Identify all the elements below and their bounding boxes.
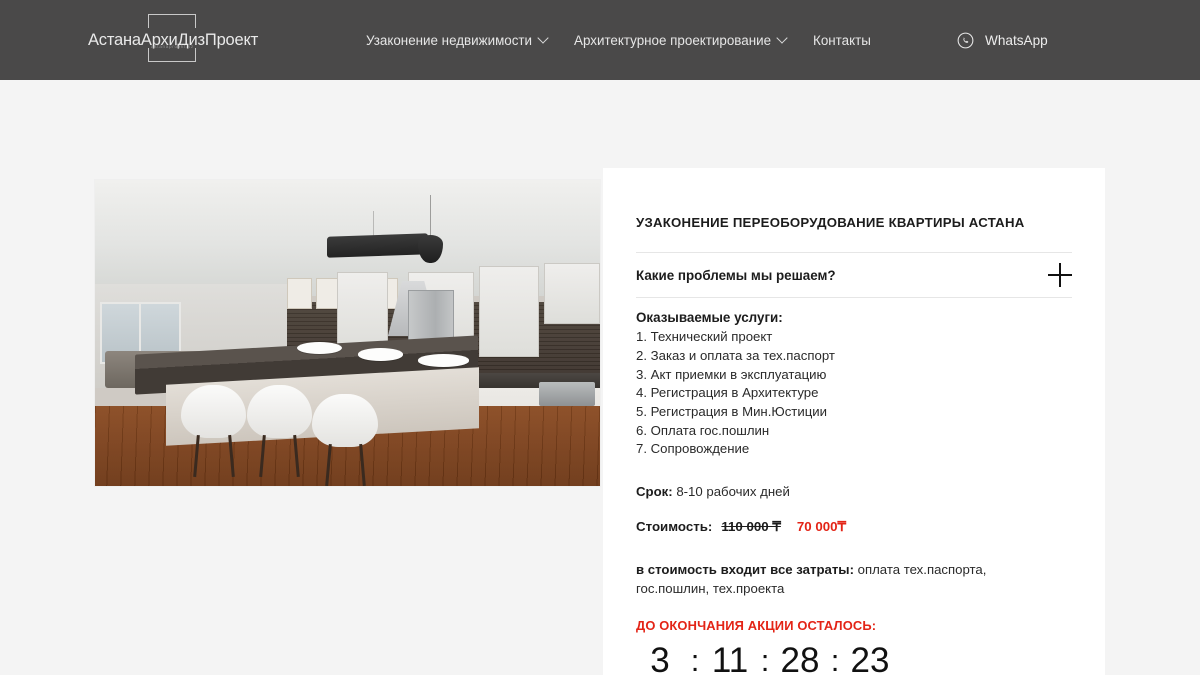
- offer-card: УЗАКОНЕНИЕ ПЕРЕОБОРУДОВАНИЕ КВАРТИРЫ АСТ…: [603, 168, 1105, 675]
- price-label: Стоимость:: [636, 519, 713, 535]
- countdown-unit-days: 3 Дней: [636, 642, 684, 675]
- list-item: 5. Регистрация в Мин.Юстиции: [636, 403, 827, 419]
- countdown-value: 3: [650, 641, 670, 675]
- nav-item-label: Контакты: [813, 32, 871, 48]
- main-navigation: Узаконение недвижимости Архитектурное пр…: [366, 0, 871, 80]
- countdown-unit-seconds: 23 Секунд: [846, 642, 894, 675]
- countdown-unit-hours: 11 Часов: [706, 642, 754, 675]
- nav-item-label: Архитектурное проектирование: [574, 32, 772, 48]
- nav-item-arhitekturnoe[interactable]: Архитектурное проектирование: [574, 33, 787, 48]
- accordion-item-problems[interactable]: Какие проблемы мы решаем?: [636, 253, 1072, 297]
- page-title: УЗАКОНЕНИЕ ПЕРЕОБОРУДОВАНИЕ КВАРТИРЫ АСТ…: [636, 215, 1025, 230]
- countdown-separator: :: [760, 643, 770, 675]
- includes-line: в стоимость входит все затраты: оплата т…: [636, 560, 1048, 598]
- term-label: Срок:: [636, 484, 673, 500]
- countdown-separator: :: [690, 643, 700, 675]
- whatsapp-icon: [957, 32, 974, 48]
- list-item: 1. Технический проект: [636, 329, 773, 345]
- services-block: Оказываемые услуги: 1. Технический проек…: [636, 310, 1072, 459]
- chevron-down-icon: [778, 34, 787, 43]
- countdown-unit-minutes: 28 Минут: [776, 642, 824, 675]
- term-value: 8-10 рабочих дней: [676, 484, 790, 500]
- accordion-label: Какие проблемы мы решаем?: [636, 267, 836, 283]
- nav-item-kontakty[interactable]: Контакты: [813, 33, 871, 48]
- plus-icon[interactable]: [1048, 263, 1072, 288]
- nav-item-uzakonenie[interactable]: Узаконение недвижимости: [366, 33, 548, 48]
- chevron-down-icon: [539, 34, 548, 43]
- countdown-timer: 3 Дней : 11 Часов : 28 Минут : 23 Секунд: [636, 642, 1072, 675]
- includes-label: в стоимость входит все затраты:: [636, 562, 854, 578]
- price-line: Стоимость: 110 000 ₸ 70 000₸: [636, 519, 1072, 535]
- services-title: Оказываемые услуги:: [636, 310, 783, 326]
- list-item: 2. Заказ и оплата за тех.паспорт: [636, 347, 835, 363]
- list-item: 3. Акт приемки в эксплуатацию: [636, 366, 827, 382]
- list-item: 7. Сопровождение: [636, 441, 750, 457]
- kitchen-interior-illustration: [95, 180, 600, 486]
- logo-subtext: astanaproekt.kz: [151, 44, 194, 49]
- site-header: АстанаАрхиДизПроект astanaproekt.kz Узак…: [0, 0, 1200, 80]
- nav-item-label: Узаконение недвижимости: [366, 32, 533, 48]
- countdown-value: 28: [780, 641, 820, 675]
- list-item: 6. Оплата гос.пошлин: [636, 422, 770, 438]
- countdown-value: 11: [711, 641, 749, 675]
- price-old: 110 000 ₸: [721, 519, 781, 535]
- term-line: Срок: 8-10 рабочих дней: [636, 484, 1072, 499]
- list-item: 4. Регистрация в Архитектуре: [636, 385, 819, 401]
- countdown-separator: :: [830, 643, 840, 675]
- promo-heading: ДО ОКОНЧАНИЯ АКЦИИ ОСТАЛОСЬ:: [636, 618, 877, 634]
- price-new: 70 000₸: [796, 519, 846, 535]
- whatsapp-label: WhatsApp: [985, 32, 1048, 48]
- whatsapp-link[interactable]: WhatsApp: [957, 0, 1048, 80]
- site-logo[interactable]: АстанаАрхиДизПроект astanaproekt.kz: [88, 0, 258, 80]
- divider: [636, 297, 1072, 299]
- hero-image: [95, 180, 600, 486]
- countdown-value: 23: [850, 641, 890, 675]
- page-body: УЗАКОНЕНИЕ ПЕРЕОБОРУДОВАНИЕ КВАРТИРЫ АСТ…: [0, 80, 1200, 675]
